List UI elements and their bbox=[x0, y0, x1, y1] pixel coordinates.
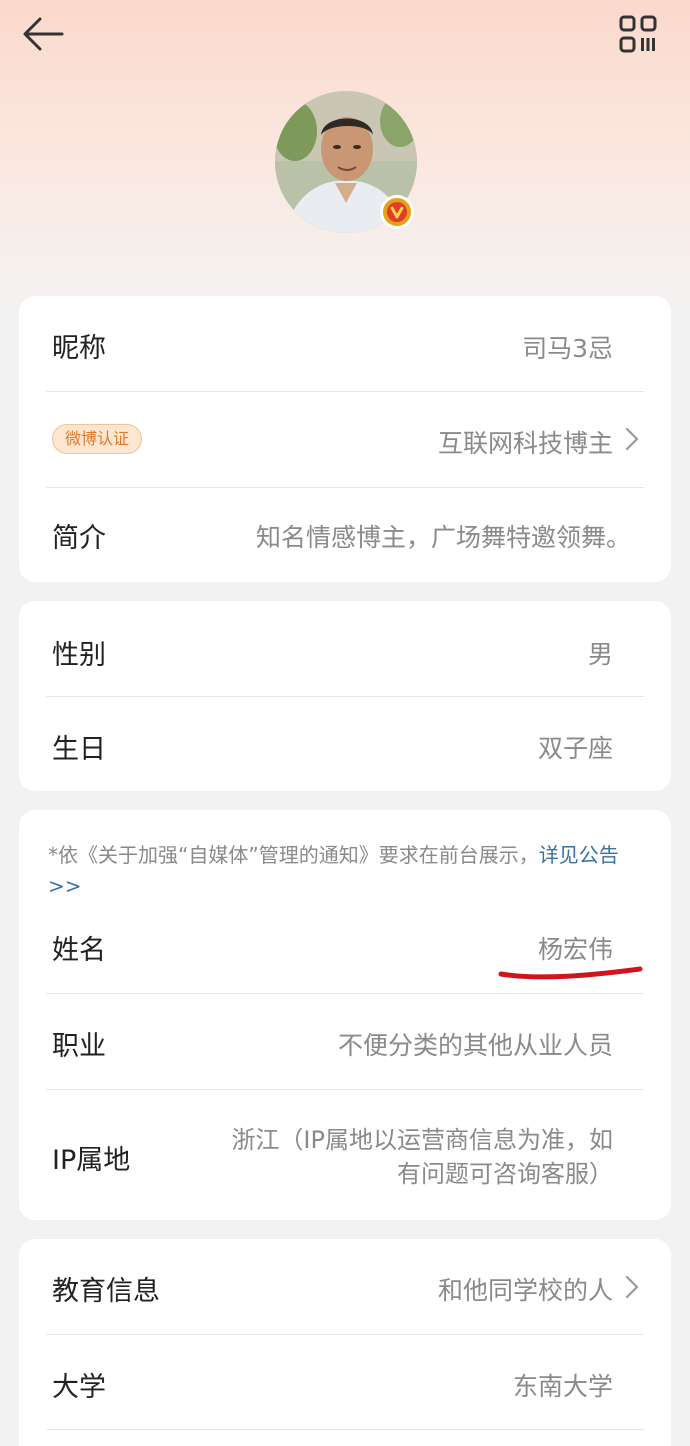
verified-badge bbox=[380, 195, 414, 229]
top-bar bbox=[0, 0, 690, 80]
university-value: 东南大学 bbox=[512, 1372, 613, 1401]
ip-location-row[interactable]: IP属地 浙江（IP属地以运营商信息为准，如 有问题可咨询客服） bbox=[19, 1090, 671, 1220]
occupation-label: 职业 bbox=[52, 1031, 106, 1062]
ip-location-value-line1: 浙江（IP属地以运营商信息为准，如 bbox=[231, 1126, 613, 1154]
basic-info-card: 昵称 司马3忌 微博认证 互联网科技博主 简介 知名情感博主，广场舞特邀领舞。 bbox=[19, 296, 671, 582]
nickname-row[interactable]: 昵称 司马3忌 bbox=[19, 296, 671, 391]
chevron-right-icon bbox=[625, 1275, 639, 1299]
gender-row[interactable]: 性别 男 bbox=[19, 601, 671, 696]
divider bbox=[46, 1429, 644, 1430]
education-label: 教育信息 bbox=[52, 1276, 160, 1307]
verification-value: 互联网科技博主 bbox=[437, 429, 613, 458]
university-label: 大学 bbox=[52, 1372, 106, 1403]
intro-row[interactable]: 简介 知名情感博主，广场舞特邀领舞。 bbox=[19, 488, 671, 582]
occupation-value: 不便分类的其他从业人员 bbox=[337, 1031, 613, 1060]
verification-row[interactable]: 微博认证 互联网科技博主 bbox=[19, 392, 671, 487]
chevron-right-icon bbox=[625, 427, 639, 451]
ip-location-label: IP属地 bbox=[52, 1145, 131, 1176]
occupation-row[interactable]: 职业 不便分类的其他从业人员 bbox=[19, 994, 671, 1089]
education-row[interactable]: 教育信息 和他同学校的人 bbox=[19, 1239, 671, 1334]
education-card: 教育信息 和他同学校的人 大学 东南大学 bbox=[19, 1239, 671, 1446]
gender-label: 性别 bbox=[52, 640, 106, 671]
university-row[interactable]: 大学 东南大学 bbox=[19, 1335, 671, 1429]
weibo-verify-badge: 微博认证 bbox=[52, 424, 143, 454]
birthday-label: 生日 bbox=[52, 734, 106, 765]
birthday-value: 双子座 bbox=[537, 734, 613, 763]
gender-value: 男 bbox=[587, 640, 613, 669]
nickname-label: 昵称 bbox=[52, 333, 106, 364]
real-info-card: *依《关于加强“自媒体”管理的通知》要求在前台展示，详见公告>> 姓名 杨宏伟 … bbox=[19, 810, 671, 1220]
arrow-left-icon bbox=[23, 17, 64, 51]
qr-code-button[interactable] bbox=[618, 14, 658, 54]
nickname-value: 司马3忌 bbox=[522, 334, 613, 363]
ip-location-value-line2: 有问题可咨询客服） bbox=[397, 1160, 613, 1188]
intro-value: 知名情感博主，广场舞特邀领舞。 bbox=[255, 523, 631, 552]
personal-info-card: 性别 男 生日 双子座 bbox=[19, 601, 671, 791]
back-button[interactable] bbox=[20, 14, 66, 54]
red-underline-annotation bbox=[498, 966, 643, 980]
profile-avatar-container[interactable] bbox=[275, 91, 417, 233]
notice-text: *依《关于加强“自媒体”管理的通知》要求在前台展示， bbox=[48, 843, 539, 867]
v-verified-icon bbox=[387, 202, 407, 222]
qr-code-icon bbox=[619, 15, 657, 53]
education-value: 和他同学校的人 bbox=[437, 1276, 613, 1305]
birthday-row[interactable]: 生日 双子座 bbox=[19, 697, 671, 791]
name-label: 姓名 bbox=[52, 935, 106, 966]
self-media-notice: *依《关于加强“自媒体”管理的通知》要求在前台展示，详见公告>> bbox=[48, 840, 648, 902]
intro-label: 简介 bbox=[52, 523, 106, 554]
